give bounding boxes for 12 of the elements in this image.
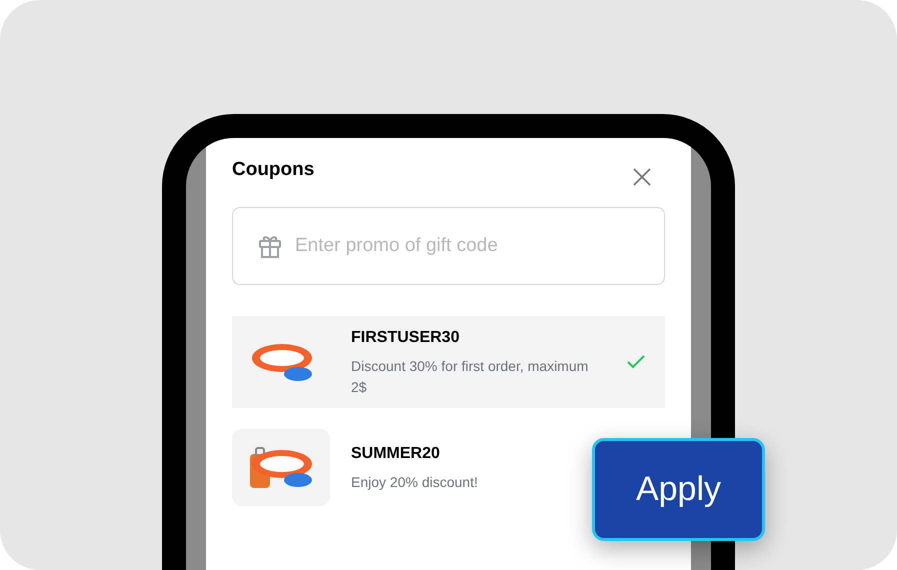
gift-icon	[258, 233, 282, 259]
sheet-title: Coupons	[232, 158, 314, 182]
coupon-code: FIRSTUSER30	[351, 328, 460, 348]
coupon-description: Discount 30% for first order, maximum 2$	[351, 357, 590, 397]
close-button[interactable]	[633, 168, 651, 186]
coupon-item[interactable]: SUMMER20 Enjoy 20% discount!	[232, 429, 478, 506]
coupon-item[interactable]: FIRSTUSER30 Discount 30% for first order, maximum 2$	[232, 316, 665, 408]
check-icon	[627, 355, 645, 369]
promo-field[interactable]: Enter promo of gift code	[232, 207, 665, 285]
coupon-description: Enjoy 20% discount!	[351, 473, 478, 492]
coupon-code: SUMMER20	[351, 444, 441, 464]
apply-button[interactable]: Apply	[592, 438, 765, 541]
